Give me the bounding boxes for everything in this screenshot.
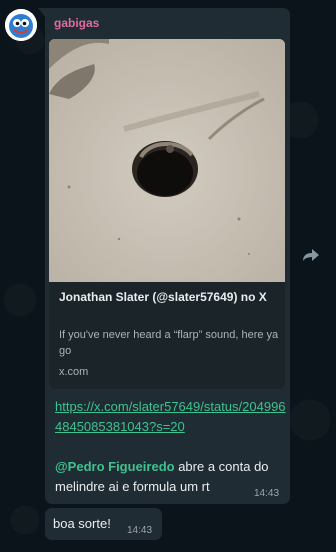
message-timestamp-2: 14:43 — [127, 525, 153, 536]
avatar-image — [5, 9, 37, 41]
message-text: @Pedro Figueiredo abre a conta do melind… — [55, 457, 287, 497]
message-text-2: boa sorte! — [53, 516, 111, 531]
forward-icon — [303, 249, 319, 261]
link-preview-description: If you've never heard a “flarp” sound, h… — [59, 329, 279, 357]
message-bubble[interactable]: gabigas Jonathan Slater (@slater57649) n… — [38, 8, 290, 504]
message-bubble-2[interactable]: boa sorte! 14:43 — [45, 508, 162, 540]
link-preview-card[interactable]: Jonathan Slater (@slater57649) no X If y… — [49, 39, 285, 389]
link-preview-title[interactable]: Jonathan Slater (@slater57649) no X — [59, 289, 281, 305]
sender-avatar[interactable] — [5, 9, 37, 41]
sender-name[interactable]: gabigas — [54, 16, 99, 30]
message-link[interactable]: https://x.com/slater57649/status/2049964… — [55, 397, 287, 437]
link-preview-thumbnail[interactable] — [49, 39, 285, 282]
forward-button[interactable] — [299, 243, 323, 267]
mention[interactable]: @Pedro Figueiredo — [55, 459, 175, 474]
link-preview-domain: x.com — [59, 366, 89, 378]
message-timestamp: 14:43 — [254, 488, 280, 499]
